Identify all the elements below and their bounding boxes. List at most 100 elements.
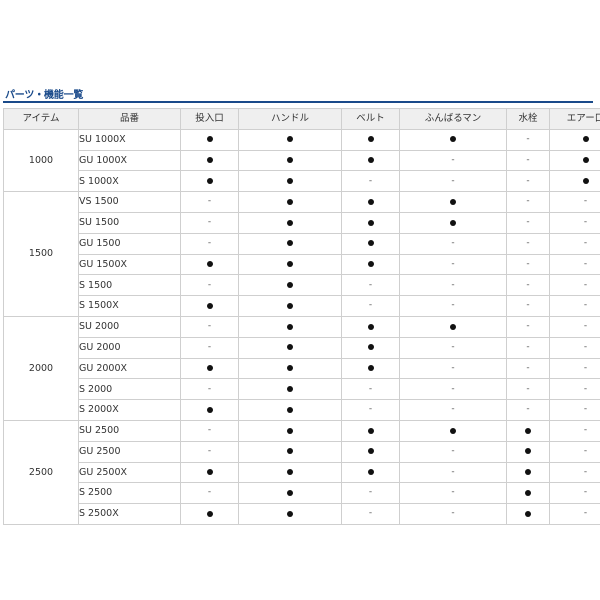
feature-cell-belt: - — [341, 378, 400, 401]
feature-cell-funbaruman — [399, 419, 507, 442]
unavailable-dash: - — [526, 258, 530, 269]
feature-cell-inlet: - — [180, 336, 239, 359]
unavailable-dash: - — [526, 300, 530, 311]
feature-cell-inlet: - — [180, 419, 239, 442]
model-number-cell: SU 1000X — [78, 128, 181, 151]
unavailable-dash: - — [451, 383, 455, 394]
model-number-cell: GU 2500X — [78, 461, 181, 484]
available-dot-icon — [450, 198, 456, 205]
available-dot-icon — [450, 219, 456, 226]
item-group-cell: 1000 — [3, 128, 79, 193]
feature-cell-handle — [238, 378, 342, 401]
feature-cell-belt — [341, 315, 400, 338]
header-model-number: 品番 — [78, 108, 181, 130]
unavailable-dash: - — [207, 445, 212, 456]
feature-cell-air-vent: - — [549, 378, 600, 401]
available-dot-icon — [287, 261, 293, 268]
unavailable-dash: - — [583, 300, 588, 311]
feature-cell-belt — [341, 336, 400, 359]
feature-cell-inlet — [180, 253, 239, 276]
available-dot-icon — [287, 427, 293, 434]
unavailable-dash: - — [583, 217, 588, 228]
feature-cell-funbaruman: - — [399, 461, 507, 484]
available-dot-icon — [206, 261, 213, 268]
model-number-cell: GU 1000X — [78, 149, 181, 172]
feature-cell-inlet — [180, 399, 239, 421]
unavailable-dash: - — [583, 196, 588, 207]
table-body: 1000 SU 1000X - GU 1000X - - S 1000X - - -1500 VS … — [3, 128, 600, 525]
unavailable-dash: - — [583, 425, 588, 436]
available-dot-icon — [287, 302, 293, 309]
unavailable-dash: - — [451, 508, 455, 519]
available-dot-icon — [450, 323, 456, 330]
unavailable-dash: - — [368, 279, 373, 290]
header-belt: ベルト — [341, 108, 400, 130]
available-dot-icon — [287, 510, 293, 517]
available-dot-icon — [367, 198, 374, 205]
feature-cell-funbaruman: - — [399, 378, 507, 401]
feature-cell-belt — [341, 211, 400, 234]
unavailable-dash: - — [451, 258, 455, 269]
table-row: S 1500 - - - - - — [4, 274, 600, 297]
header-handle: ハンドル — [238, 108, 342, 130]
feature-cell-faucet: - — [506, 149, 550, 172]
feature-cell-inlet: - — [180, 482, 239, 505]
feature-cell-faucet: - — [506, 295, 550, 317]
unavailable-dash: - — [526, 362, 530, 373]
feature-cell-inlet — [180, 357, 239, 380]
feature-cell-air-vent: - — [549, 253, 600, 276]
unavailable-dash: - — [451, 341, 455, 352]
unavailable-dash: - — [526, 383, 530, 394]
feature-cell-faucet: - — [506, 399, 550, 421]
table-row: 2500 SU 2500 - - — [3, 419, 600, 525]
feature-cell-inlet: - — [180, 440, 239, 463]
available-dot-icon — [206, 510, 213, 517]
available-dot-icon — [287, 469, 293, 476]
table-row: S 2500 - - - - — [4, 482, 600, 505]
feature-cell-belt — [341, 253, 400, 276]
unavailable-dash: - — [368, 508, 373, 519]
feature-cell-handle — [238, 232, 342, 255]
feature-cell-funbaruman: - — [399, 482, 507, 505]
available-dot-icon — [206, 178, 213, 185]
item-group-cell: 2000 — [3, 315, 79, 421]
feature-cell-handle — [238, 274, 342, 297]
available-dot-icon — [525, 510, 531, 517]
feature-cell-belt — [341, 232, 400, 255]
available-dot-icon — [206, 406, 213, 413]
header-funbaruman: ふんばるマン — [399, 108, 507, 130]
model-number-cell: VS 1500 — [78, 191, 181, 213]
unavailable-dash: - — [583, 237, 588, 248]
feature-cell-faucet: - — [506, 336, 550, 359]
feature-cell-inlet: - — [180, 315, 239, 338]
unavailable-dash: - — [526, 321, 530, 332]
table-row: SU 1500 - - - — [4, 211, 600, 234]
table-row: GU 1500X - - - — [4, 253, 600, 276]
available-dot-icon — [287, 178, 293, 185]
model-number-cell: GU 2000X — [78, 357, 181, 380]
available-dot-icon — [525, 427, 531, 434]
unavailable-dash: - — [207, 196, 212, 207]
feature-cell-air-vent: - — [549, 399, 600, 421]
feature-cell-funbaruman: - — [399, 336, 507, 359]
feature-cell-belt — [341, 128, 400, 151]
table-row: GU 2000 - - - - — [4, 336, 600, 359]
feature-cell-faucet: - — [506, 211, 550, 234]
unavailable-dash: - — [526, 279, 530, 290]
available-dot-icon — [287, 198, 293, 205]
feature-cell-air-vent: - — [549, 440, 600, 463]
feature-cell-inlet — [180, 503, 239, 525]
feature-cell-inlet — [180, 128, 239, 151]
feature-cell-belt — [341, 191, 400, 213]
available-dot-icon — [287, 157, 293, 164]
unavailable-dash: - — [451, 175, 455, 186]
unavailable-dash: - — [368, 383, 373, 394]
feature-cell-air-vent: - — [549, 357, 600, 380]
feature-cell-handle — [238, 315, 342, 338]
model-number-cell: S 2000 — [78, 378, 181, 401]
feature-cell-funbaruman: - — [399, 295, 507, 317]
available-dot-icon — [287, 386, 293, 392]
available-dot-icon — [287, 323, 293, 330]
unavailable-dash: - — [451, 404, 455, 415]
feature-cell-air-vent — [549, 149, 600, 172]
